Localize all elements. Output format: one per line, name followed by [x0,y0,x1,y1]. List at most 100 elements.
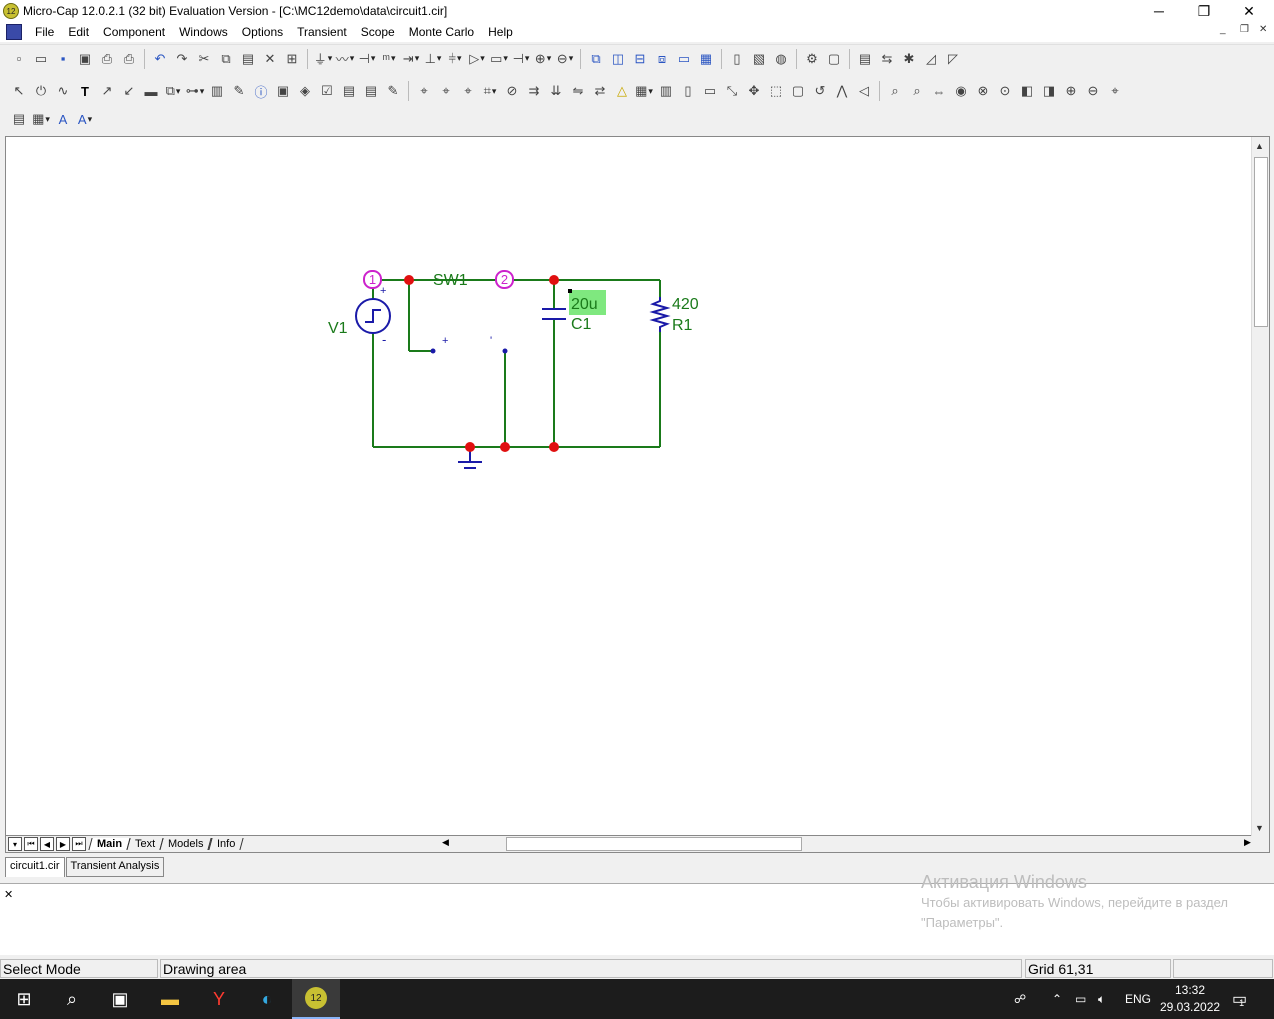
wire-mode-icon[interactable]: ∿ [52,80,74,102]
menu-options[interactable]: Options [235,25,290,39]
search-icon[interactable]: ⌕ [48,979,96,1019]
notification-icon[interactable]: ▭ 1 [1232,979,1247,1019]
stop-icon[interactable]: ⊗ [972,80,994,102]
scroll-down-icon[interactable]: ▼ [1255,823,1264,833]
mdi-minimize-button[interactable]: _ [1220,24,1226,35]
drawing-area[interactable]: V1 + - + ' SW1 20u C1 420 R1 1 2 ▲ ▼ [5,136,1270,837]
cut-icon[interactable]: ✂ [193,48,215,70]
arrange-icon[interactable]: ⧈ [651,48,673,70]
task-view-icon[interactable]: ▣ [96,979,144,1019]
tab-menu-icon[interactable]: ▾ [8,837,22,851]
grid-text-icon[interactable]: ▤ [338,80,360,102]
probe-icon[interactable]: ▢ [823,48,845,70]
border-icon[interactable]: ▭ [699,80,721,102]
opamp-component-icon[interactable]: ▷ [466,48,488,70]
menu-edit[interactable]: Edit [61,25,96,39]
flag-icon[interactable]: ⧉ [162,80,184,102]
component-mode-icon[interactable]: ⏻ [30,80,52,102]
menu-component[interactable]: Component [96,25,172,39]
font-size-icon[interactable]: A [74,108,96,130]
document-menu-icon[interactable] [6,24,22,40]
zoom-out-icon[interactable]: ⊖ [1082,80,1104,102]
zoom-in-icon[interactable]: ⊕ [1060,80,1082,102]
component-panel-icon[interactable]: ▯ [726,48,748,70]
vertical-scrollbar[interactable]: ▲ ▼ [1251,137,1269,837]
menu-file[interactable]: File [28,25,61,39]
frame-icon[interactable]: ▯ [677,80,699,102]
mirror-icon[interactable]: ⇋ [567,80,589,102]
menu-scope[interactable]: Scope [354,25,402,39]
plot-icon[interactable]: ◿ [920,48,942,70]
print-preview-icon[interactable]: ⎙ [96,48,118,70]
title-block-icon[interactable]: ▤ [360,80,382,102]
select-mode-icon[interactable]: ↖ [8,80,30,102]
capacitor-value[interactable]: 20u [571,296,598,313]
edge-browser-icon[interactable]: ◐ [243,979,291,1019]
prev-tab-icon[interactable]: ◀ [40,837,54,851]
new-file-icon[interactable]: ▫ [8,48,30,70]
current-source-icon[interactable]: ⊖ [554,48,576,70]
print-icon[interactable]: ⎙ [118,48,140,70]
people-icon[interactable]: ☍ [1014,979,1026,1019]
more-icon[interactable]: ⊙ [994,80,1016,102]
next-tab-icon[interactable]: ▶ [56,837,70,851]
flip-icon[interactable]: ⇄ [589,80,611,102]
warning-icon[interactable]: △ [611,80,633,102]
web-icon[interactable]: ◍ [770,48,792,70]
move-icon[interactable]: ✥ [743,80,765,102]
scroll-up-icon[interactable]: ▲ [1255,141,1264,151]
menu-transient[interactable]: Transient [290,25,354,39]
network-icon[interactable]: ▭ [1075,979,1086,1019]
transistor-component-icon[interactable]: ⊥ [422,48,444,70]
tray-expand-icon[interactable]: ⌃ [1052,979,1062,1019]
scroll-left-icon[interactable]: ◀ [442,837,449,848]
mirror-v-icon[interactable]: ⋀ [831,80,853,102]
blank-icon[interactable]: ▢ [787,80,809,102]
save-icon[interactable]: ▪ [52,48,74,70]
find-icon[interactable]: ⌕ [884,80,906,102]
component-editor-icon[interactable]: ▧ [748,48,770,70]
language-indicator[interactable]: ENG [1125,979,1151,1019]
tile-horizontal-icon[interactable]: ⊟ [629,48,651,70]
bus-draw-icon[interactable]: ↙ [118,80,140,102]
maximize-window-icon[interactable]: ▭ [673,48,695,70]
attribute-icon[interactable]: ✎ [228,80,250,102]
find-next-icon[interactable]: ⌕ [906,80,928,102]
schematic[interactable]: V1 + - + ' SW1 20u C1 420 R1 1 2 [6,137,1251,837]
run-analysis-icon[interactable]: ⚙ [801,48,823,70]
font-icon[interactable]: A [52,108,74,130]
rotate-left-icon[interactable]: ↺ [809,80,831,102]
wire-draw-icon[interactable]: ↗ [96,80,118,102]
diode-component-icon[interactable]: ⇥ [400,48,422,70]
color-palette-icon[interactable]: ▦ [30,108,52,130]
capacitor-c1[interactable] [542,308,566,320]
pin-connections-icon[interactable]: ⇉ [523,80,545,102]
rotate-icon[interactable]: ⇊ [545,80,567,102]
conditions-icon[interactable]: ⊘ [501,80,523,102]
tab-main[interactable]: Main [88,838,131,850]
select-all-icon[interactable]: ⊞ [281,48,303,70]
layer-icon[interactable]: ◧ [1016,80,1038,102]
check-icon[interactable]: ☑ [316,80,338,102]
mdi-close-button[interactable]: ✕ [1259,24,1267,35]
tab-models[interactable]: Models [159,838,213,850]
netlist-icon[interactable]: ⇆ [876,48,898,70]
currents-icon[interactable]: ⌖ [457,80,479,102]
text-mode-icon[interactable]: T [74,80,96,102]
grid-icon[interactable]: ▦ [633,80,655,102]
vertical-scroll-thumb[interactable] [1254,157,1268,327]
point-to-end-icon[interactable]: ◈ [294,80,316,102]
save-as-icon[interactable]: ▣ [74,48,96,70]
page-icon[interactable]: ▥ [206,80,228,102]
copy-icon[interactable]: ⧉ [215,48,237,70]
redo-icon[interactable]: ↷ [171,48,193,70]
battery-component-icon[interactable]: ⊣ [510,48,532,70]
app-icon[interactable]: 12 [3,3,19,19]
paste-icon[interactable]: ▤ [237,48,259,70]
menu-help[interactable]: Help [481,25,520,39]
cascade-windows-icon[interactable]: ⧉ [585,48,607,70]
replace-icon[interactable]: ⇔ [928,80,950,102]
volume-icon[interactable]: 🔈︎ [1098,979,1105,1019]
layers-icon[interactable]: ◨ [1038,80,1060,102]
scroll-right-icon[interactable]: ▶ [1244,837,1251,848]
